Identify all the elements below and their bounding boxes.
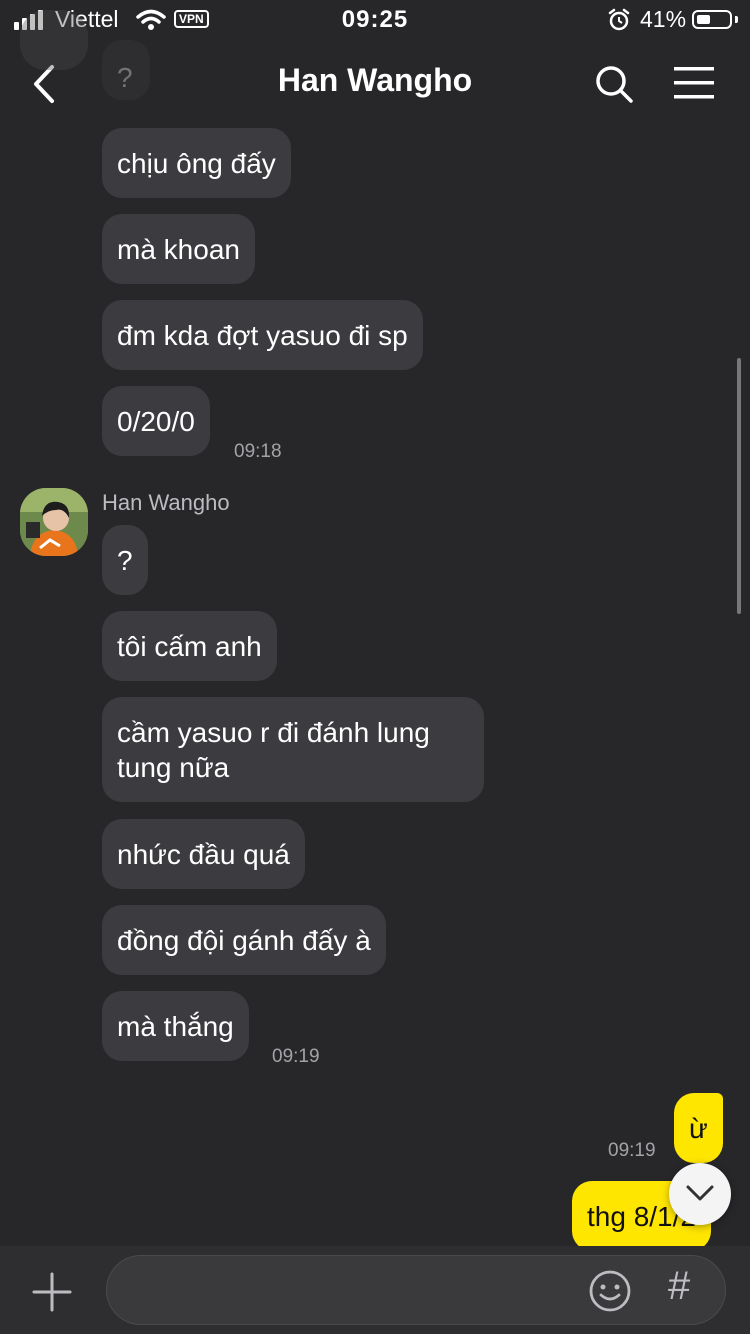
message-bubble[interactable]: mà khoan (102, 214, 255, 284)
message-text: đm kda đợt yasuo đi sp (117, 320, 408, 351)
message-bubble[interactable]: chịu ông đấy (102, 128, 291, 198)
menu-icon[interactable] (672, 66, 716, 100)
alarm-icon (608, 8, 630, 31)
message-bubble[interactable]: đồng đội gánh đấy à (102, 905, 386, 975)
plus-icon[interactable] (32, 1272, 72, 1312)
partial-avatar (20, 10, 88, 70)
sender-name: Han Wangho (102, 490, 230, 515)
message-time: 09:19 (608, 1140, 656, 1161)
scrollbar[interactable] (737, 358, 741, 614)
message-time: 09:18 (234, 441, 282, 462)
search-icon[interactable] (594, 64, 634, 104)
message-text: ? (117, 545, 133, 576)
message-text: mà thắng (117, 1011, 234, 1042)
avatar[interactable] (20, 488, 88, 556)
message-text: cầm yasuo r đi đánh lung tung nữa (117, 717, 430, 783)
message-bubble[interactable]: mà thắng (102, 991, 249, 1061)
message-text: nhức đầu quá (117, 839, 290, 870)
message-text: tôi cấm anh (117, 631, 262, 662)
status-time: 09:25 (341, 6, 409, 33)
sent-message-bubble[interactable]: ừ (674, 1093, 723, 1163)
message-bubble[interactable]: tôi cấm anh (102, 611, 277, 681)
message-bubble[interactable]: 0/20/0 (102, 386, 210, 456)
smiley-icon[interactable] (588, 1269, 632, 1313)
chevron-down-icon (686, 1185, 714, 1201)
message-bubble[interactable]: đm kda đợt yasuo đi sp (102, 300, 423, 370)
message-bubble[interactable]: ? (102, 525, 148, 595)
battery-percent: 41% (640, 6, 687, 32)
message-text: mà khoan (117, 234, 240, 265)
message-bubble[interactable]: cầm yasuo r đi đánh lung tung nữa (102, 697, 484, 802)
message-text: chịu ông đấy (117, 148, 276, 179)
message-text: 0/20/0 (117, 406, 195, 437)
battery-icon (692, 10, 732, 29)
message-input[interactable] (106, 1255, 726, 1325)
status-bar: Viettel VPN 09:25 41% (0, 0, 750, 40)
message-text: đồng đội gánh đấy à (117, 925, 371, 956)
message-time: 09:19 (272, 1046, 320, 1067)
message-text: ừ (689, 1113, 708, 1144)
hashtag-button[interactable]: # (668, 1264, 690, 1309)
partial-message: ? (102, 40, 150, 100)
message-bubble[interactable]: nhức đầu quá (102, 819, 305, 889)
scroll-to-bottom-button[interactable] (669, 1163, 731, 1225)
